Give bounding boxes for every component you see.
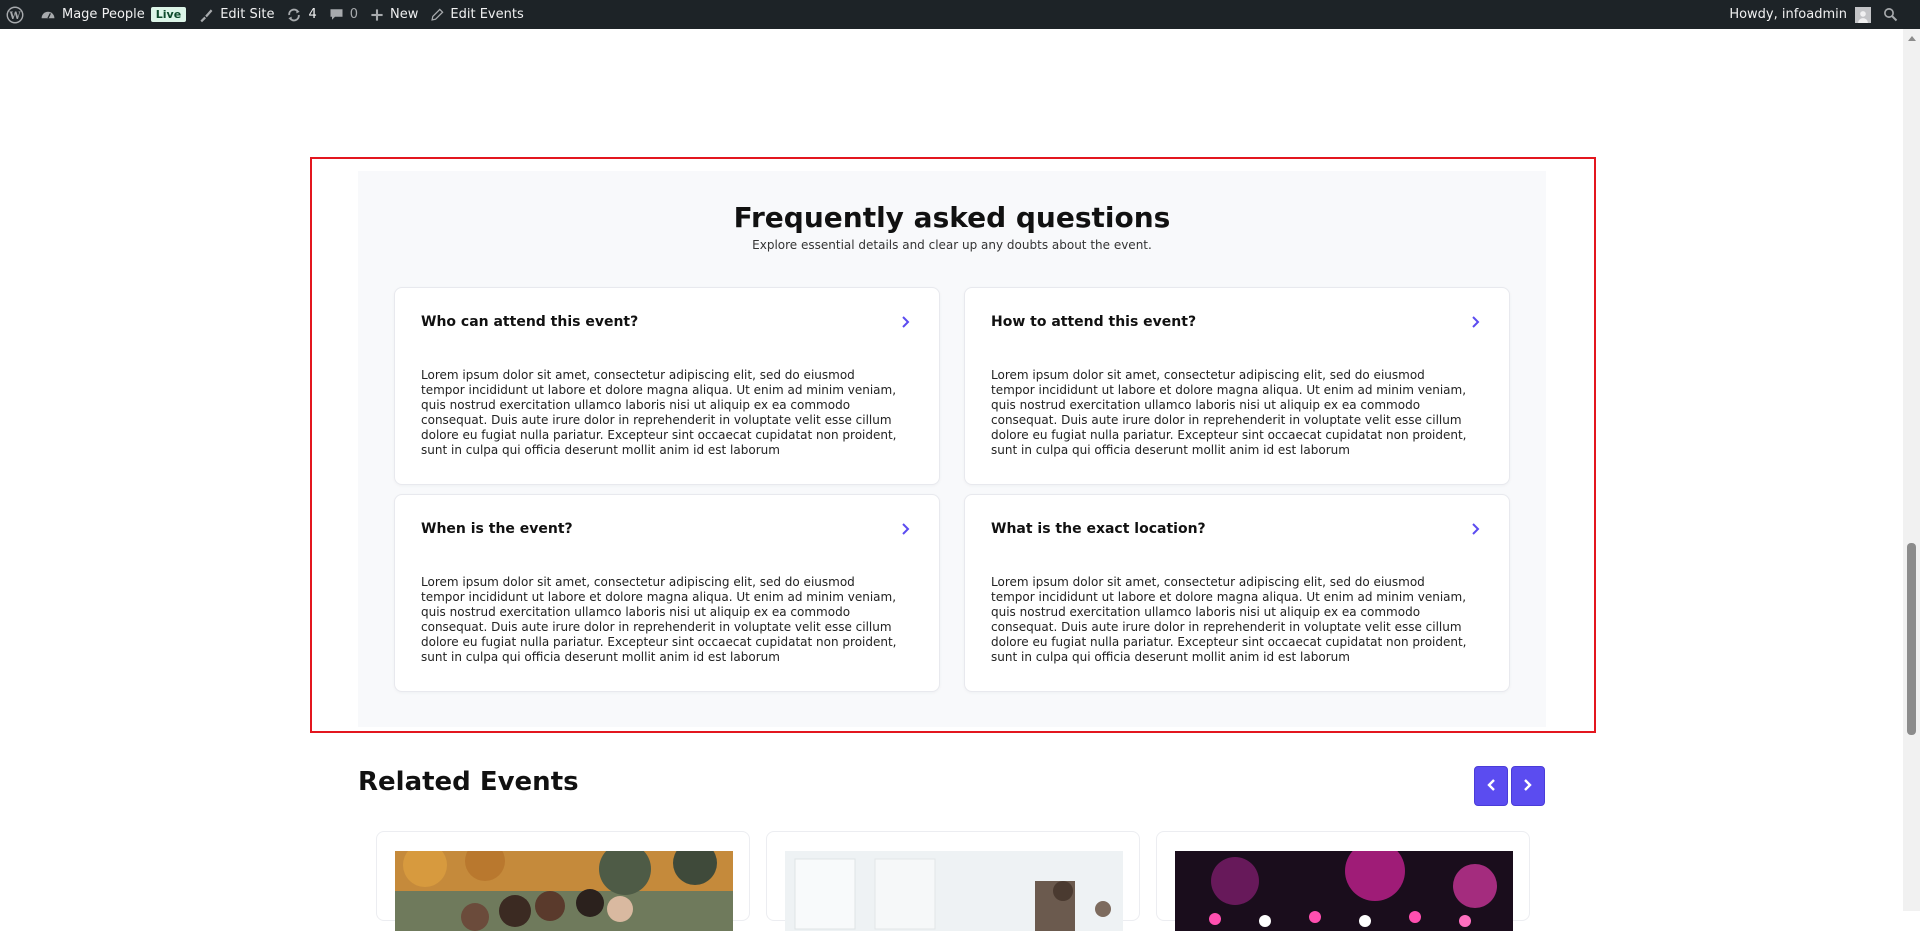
edit-site-label: Edit Site — [220, 7, 275, 22]
chevron-left-icon — [1486, 777, 1496, 796]
faq-answer: Lorem ipsum dolor sit amet, consectetur … — [991, 368, 1467, 457]
faq-answer: Lorem ipsum dolor sit amet, consectetur … — [421, 575, 897, 664]
faq-section: Frequently asked questions Explore essen… — [358, 171, 1546, 727]
howdy-text: Howdy, infoadmin — [1729, 7, 1847, 22]
search-icon — [1883, 7, 1898, 22]
dashboard-icon — [40, 7, 56, 23]
edit-events-label: Edit Events — [450, 7, 524, 22]
updates-count: 4 — [308, 7, 317, 22]
related-next-button[interactable] — [1511, 766, 1545, 806]
faq-title: Frequently asked questions — [733, 201, 1171, 234]
updates-link[interactable]: 4 — [280, 0, 322, 29]
new-label: New — [390, 7, 419, 22]
svg-text:W: W — [8, 10, 21, 21]
wordpress-icon: W — [6, 6, 24, 24]
scroll-up-arrow-icon[interactable] — [1903, 29, 1920, 46]
comment-icon — [329, 7, 344, 22]
related-event-card[interactable] — [766, 831, 1140, 931]
event-image[interactable] — [395, 851, 733, 931]
related-prev-button[interactable] — [1474, 766, 1508, 806]
faq-item[interactable]: How to attend this event? Lorem ipsum do… — [964, 287, 1510, 485]
comments-count: 0 — [349, 7, 359, 22]
avatar — [1855, 6, 1871, 23]
live-badge: Live — [150, 7, 187, 22]
comments-link[interactable]: 0 — [323, 0, 364, 29]
refresh-icon — [286, 7, 302, 23]
pencil-icon — [430, 8, 444, 22]
admin-bar: W Mage People Live Edit Site 4 0 New Edi… — [0, 0, 1920, 29]
chevron-right-icon[interactable] — [1469, 520, 1483, 538]
faq-answer: Lorem ipsum dolor sit amet, consectetur … — [991, 575, 1467, 664]
plus-icon — [370, 8, 384, 22]
faq-question[interactable]: What is the exact location? — [991, 521, 1206, 537]
chevron-right-icon[interactable] — [899, 520, 913, 538]
chevron-right-icon[interactable] — [899, 313, 913, 331]
event-image[interactable] — [785, 851, 1123, 931]
page-scrollbar[interactable] — [1903, 29, 1920, 911]
chevron-right-icon[interactable] — [1469, 313, 1483, 331]
new-content-menu[interactable]: New — [364, 0, 424, 29]
account-menu[interactable]: Howdy, infoadmin — [1723, 0, 1877, 29]
faq-subtitle: Explore essential details and clear up a… — [752, 238, 1152, 252]
scrollbar-thumb[interactable] — [1907, 543, 1916, 735]
edit-site-link[interactable]: Edit Site — [192, 0, 280, 29]
admin-search-button[interactable] — [1877, 0, 1920, 29]
edit-events-link[interactable]: Edit Events — [424, 0, 529, 29]
wordpress-menu[interactable]: W — [0, 0, 34, 29]
faq-item[interactable]: Who can attend this event? Lorem ipsum d… — [394, 287, 940, 485]
chevron-right-icon — [1523, 777, 1533, 796]
brush-icon — [198, 7, 214, 23]
related-event-card[interactable] — [1156, 831, 1530, 931]
related-events-title: Related Events — [358, 767, 579, 797]
faq-item[interactable]: When is the event? Lorem ipsum dolor sit… — [394, 494, 940, 692]
related-event-card[interactable] — [376, 831, 750, 931]
faq-answer: Lorem ipsum dolor sit amet, consectetur … — [421, 368, 897, 457]
site-name: Mage People — [62, 7, 145, 22]
faq-question[interactable]: How to attend this event? — [991, 314, 1196, 330]
event-image[interactable] — [1175, 851, 1513, 931]
faq-item[interactable]: What is the exact location? Lorem ipsum … — [964, 494, 1510, 692]
faq-question[interactable]: When is the event? — [421, 521, 573, 537]
site-name-menu[interactable]: Mage People Live — [34, 0, 192, 29]
faq-question[interactable]: Who can attend this event? — [421, 314, 638, 330]
